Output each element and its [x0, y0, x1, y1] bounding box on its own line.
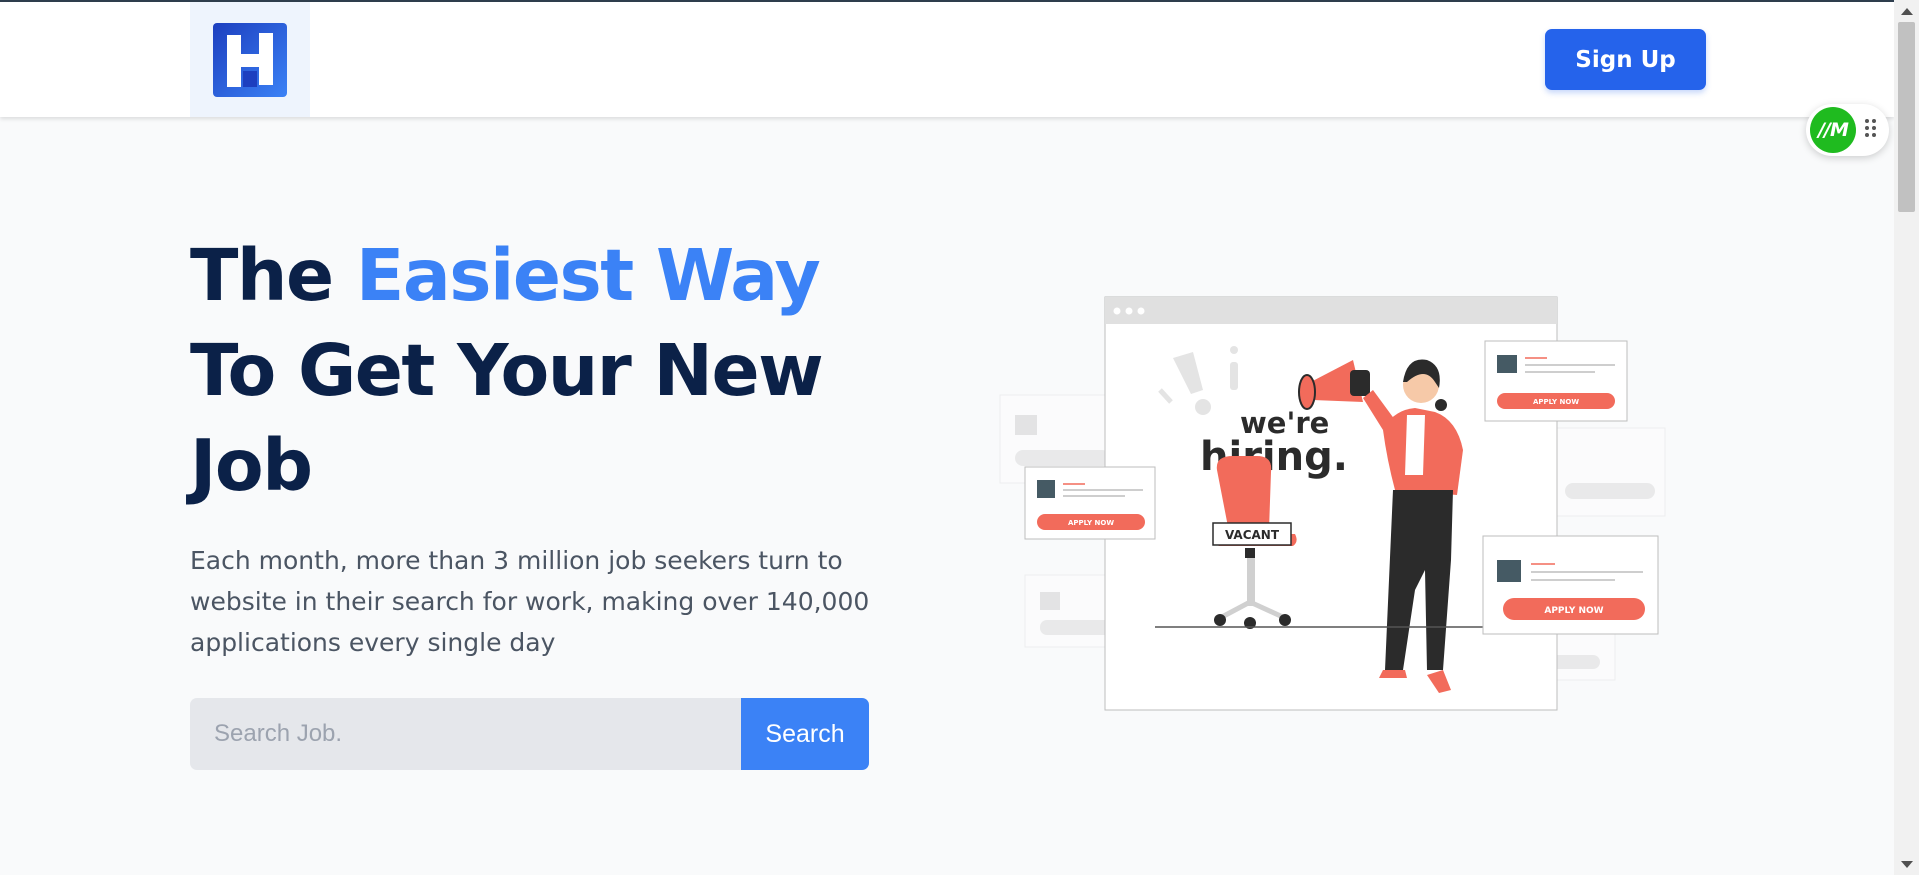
scroll-down-arrow-icon[interactable] — [1901, 861, 1913, 868]
hero-title-accent: Easiest Way — [355, 234, 821, 317]
hero-description: Each month, more than 3 million job seek… — [190, 546, 870, 657]
site-logo[interactable] — [190, 2, 310, 117]
scrollbar-thumb[interactable] — [1898, 22, 1915, 212]
job-card-right-top-apply: APPLY NOW — [1533, 398, 1579, 406]
scroll-up-arrow-icon[interactable] — [1901, 8, 1913, 15]
hero-title-part1: The — [190, 234, 356, 317]
job-search-input[interactable] — [190, 698, 741, 770]
extension-logo-icon[interactable]: //M — [1810, 107, 1856, 153]
extension-widget[interactable]: //M — [1806, 104, 1889, 156]
job-card-right-bottom: APPLY NOW — [1482, 535, 1659, 635]
job-card-left: APPLY NOW — [1024, 466, 1156, 540]
job-card-right-top: APPLY NOW — [1484, 340, 1628, 422]
hero-title: The Easiest Way To Get Your New Job — [190, 228, 830, 513]
sign-up-button[interactable]: Sign Up — [1545, 29, 1706, 90]
vacant-sign-label: VACANT — [1225, 528, 1280, 542]
page-scrollbar[interactable] — [1894, 0, 1919, 875]
drag-handle-icon[interactable] — [1864, 118, 1878, 138]
h-logo-icon — [213, 22, 287, 97]
job-card-left-apply: APPLY NOW — [1068, 519, 1114, 527]
hiring-illustration: we're hiring. VACANT APPLY NOW APPLY NOW… — [999, 296, 1666, 711]
job-card-right-bottom-apply: APPLY NOW — [1544, 606, 1603, 616]
search-button[interactable]: Search — [741, 698, 869, 770]
hero-title-part2: To Get Your New Job — [190, 329, 824, 507]
browser-window-titlebar — [1105, 297, 1557, 324]
job-search-form: Search — [190, 698, 869, 770]
site-header: Sign Up — [0, 2, 1894, 117]
faded-job-card-right-top — [1554, 427, 1666, 517]
